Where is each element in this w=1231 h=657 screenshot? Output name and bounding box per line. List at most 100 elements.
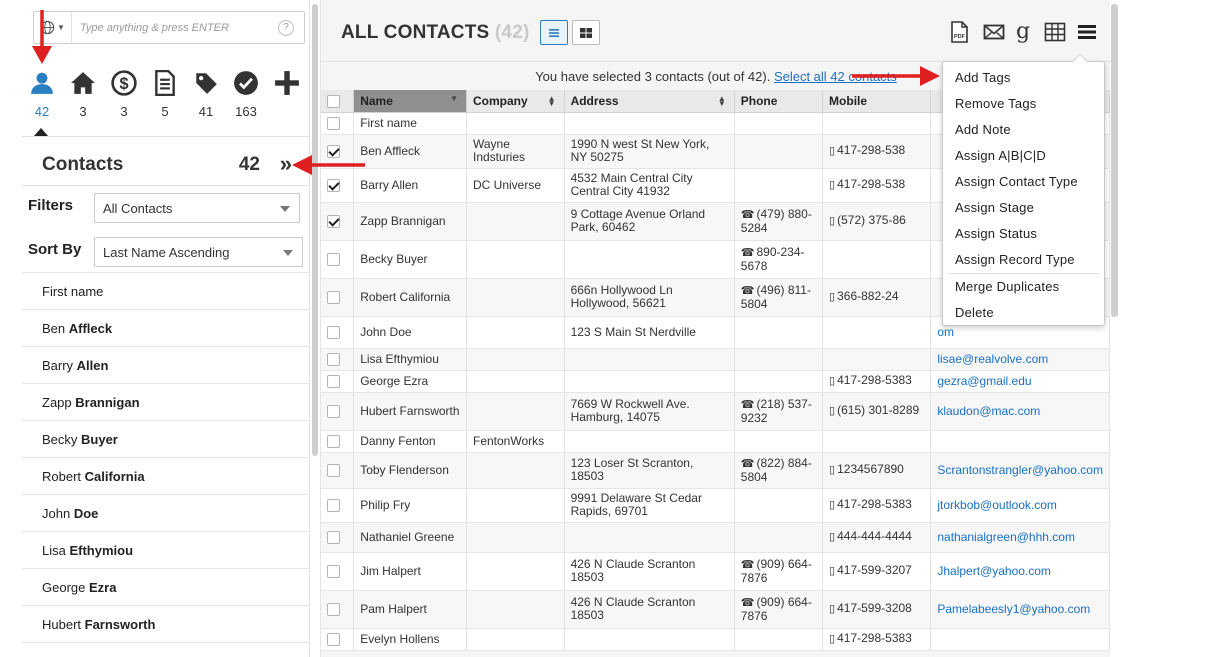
row-select-cell[interactable] [321,430,355,453]
menu-item[interactable]: Add Note [943,117,1104,143]
row-checkbox[interactable] [327,374,340,388]
row-checkbox[interactable] [327,602,340,616]
table-row[interactable]: Evelyn Hollens ▯ 417-298-5383 [321,628,1110,651]
menu-item[interactable]: Remove Tags [943,91,1104,117]
row-select-cell[interactable] [321,392,355,431]
row-select-cell[interactable] [321,522,355,553]
row-select-cell[interactable] [321,552,355,591]
row-select-cell[interactable] [321,590,355,629]
help-icon[interactable]: ? [278,19,294,36]
row-checkbox[interactable] [327,463,340,477]
email-cell-text[interactable]: om [937,325,954,339]
list-item[interactable]: Barry Allen [22,346,310,383]
row-select-cell[interactable] [321,452,355,489]
tab-tasks[interactable]: 163 [226,66,266,126]
tab-documents[interactable]: 5 [145,66,185,126]
row-checkbox[interactable] [327,564,340,578]
tab-contacts[interactable]: 42 [22,66,62,126]
select-all-cell[interactable] [321,90,355,113]
row-checkbox[interactable] [327,325,340,339]
email-cell-text[interactable]: Pamelabeesly1@yahoo.com [937,602,1090,616]
row-checkbox[interactable] [327,530,340,544]
row-select-cell[interactable] [321,240,355,279]
list-item[interactable]: Danny Fenton [22,642,310,657]
row-checkbox[interactable] [327,178,340,192]
menu-item[interactable]: Assign Stage [943,195,1104,221]
email-cell-text[interactable]: lisae@realvolve.com [937,352,1048,366]
email-cell-text[interactable]: Jhalpert@yahoo.com [937,564,1051,578]
list-item[interactable]: George Ezra [22,568,310,605]
tab-deals[interactable]: $ 3 [104,66,144,126]
row-select-cell[interactable] [321,134,355,169]
menu-item[interactable]: Assign Status [943,221,1104,247]
list-item[interactable]: Lisa Efthymiou [22,531,310,568]
filters-select[interactable]: All Contacts [94,193,300,223]
table-row[interactable]: George Ezra ▯ 417-298-5383 gezra@gmail.edu [321,370,1110,393]
row-checkbox[interactable] [327,290,340,304]
menu-item[interactable]: Assign Contact Type [943,169,1104,195]
row-select-cell[interactable] [321,112,355,135]
email-cell-text[interactable]: klaudon@mac.com [937,404,1040,418]
menu-item[interactable]: Add Tags [943,65,1104,91]
table-export-button[interactable] [1043,20,1067,44]
table-row[interactable]: Hubert Farnsworth 7669 W Rockwell Ave. Ha… [321,392,1110,431]
search-input[interactable] [72,21,278,34]
list-item[interactable]: Ben Affleck [22,309,310,346]
tab-tags[interactable]: 41 [186,66,226,126]
email-cell-text[interactable]: jtorkbob@outlook.com [937,498,1057,512]
menu-item[interactable]: Assign Record Type [943,247,1104,273]
menu-item[interactable]: Delete [943,300,1104,326]
row-select-cell[interactable] [321,168,355,203]
row-checkbox[interactable] [327,214,340,228]
main-scrollbar[interactable] [1111,4,1118,317]
menu-item[interactable]: Assign A|B|C|D [943,143,1104,169]
grid-view-button[interactable] [572,20,600,45]
table-row[interactable]: Jim Halpert 426 N Claude Scranton 18503 ☎(… [321,552,1110,591]
list-item[interactable]: Zapp Brannigan [22,383,310,420]
row-select-cell[interactable] [321,370,355,393]
menu-item[interactable]: Merge Duplicates [943,274,1104,300]
table-row[interactable]: Lisa Efthymiou lisae@realvolve.com [321,348,1110,371]
column-header-mobile[interactable]: Mobile [822,90,932,113]
email-button[interactable] [982,20,1006,44]
table-row[interactable]: Danny Fenton FentonWorks [321,430,1110,453]
sort-select[interactable]: Last Name Ascending [94,237,303,267]
column-header-address[interactable]: Address ▲ ▼ [564,90,735,113]
google-sync-icon[interactable]: g [1011,20,1035,44]
row-checkbox[interactable] [327,434,340,448]
row-select-cell[interactable] [321,316,355,349]
bulk-actions-button[interactable] [1075,20,1099,44]
row-checkbox[interactable] [327,116,340,130]
row-checkbox[interactable] [327,144,340,158]
email-cell-text[interactable]: Scrantonstrangler@yahoo.com [937,463,1103,477]
row-select-cell[interactable] [321,202,355,241]
row-checkbox[interactable] [327,352,340,366]
add-record-button[interactable] [267,66,307,126]
row-select-cell[interactable] [321,628,355,651]
expand-icon[interactable]: » [280,153,292,175]
row-checkbox[interactable] [327,252,340,266]
list-item[interactable]: Becky Buyer [22,420,310,457]
table-row[interactable]: Pam Halpert 426 N Claude Scranton 18503 ☎(… [321,590,1110,629]
list-item[interactable]: First name [22,272,310,309]
list-item[interactable]: Hubert Farnsworth [22,605,310,642]
pdf-export-button[interactable]: PDF [947,20,971,44]
column-header-company[interactable]: Company ▲ ▼ [466,90,565,113]
row-checkbox[interactable] [327,632,340,646]
select-all-checkbox[interactable] [327,94,340,108]
email-cell-text[interactable]: gezra@gmail.edu [937,374,1031,388]
table-row[interactable]: Philip Fry 9991 Delaware St Cedar Rapids,… [321,488,1110,523]
list-view-button[interactable] [540,20,568,45]
select-all-link[interactable]: Select all 42 contacts [774,69,897,84]
table-row[interactable]: Nathaniel Greene ▯ 444-444-4444 nathanialgr… [321,522,1110,553]
column-header-phone[interactable]: Phone [734,90,824,113]
search-scope-dropdown[interactable]: ▼ [34,12,72,43]
row-select-cell[interactable] [321,348,355,371]
column-header-name[interactable]: Name ▼ [353,90,467,113]
list-item[interactable]: Robert California [22,457,310,494]
sidebar-scrollbar[interactable] [312,4,318,456]
tab-properties[interactable]: 3 [63,66,103,126]
row-select-cell[interactable] [321,278,355,317]
row-select-cell[interactable] [321,488,355,523]
row-checkbox[interactable] [327,498,340,512]
